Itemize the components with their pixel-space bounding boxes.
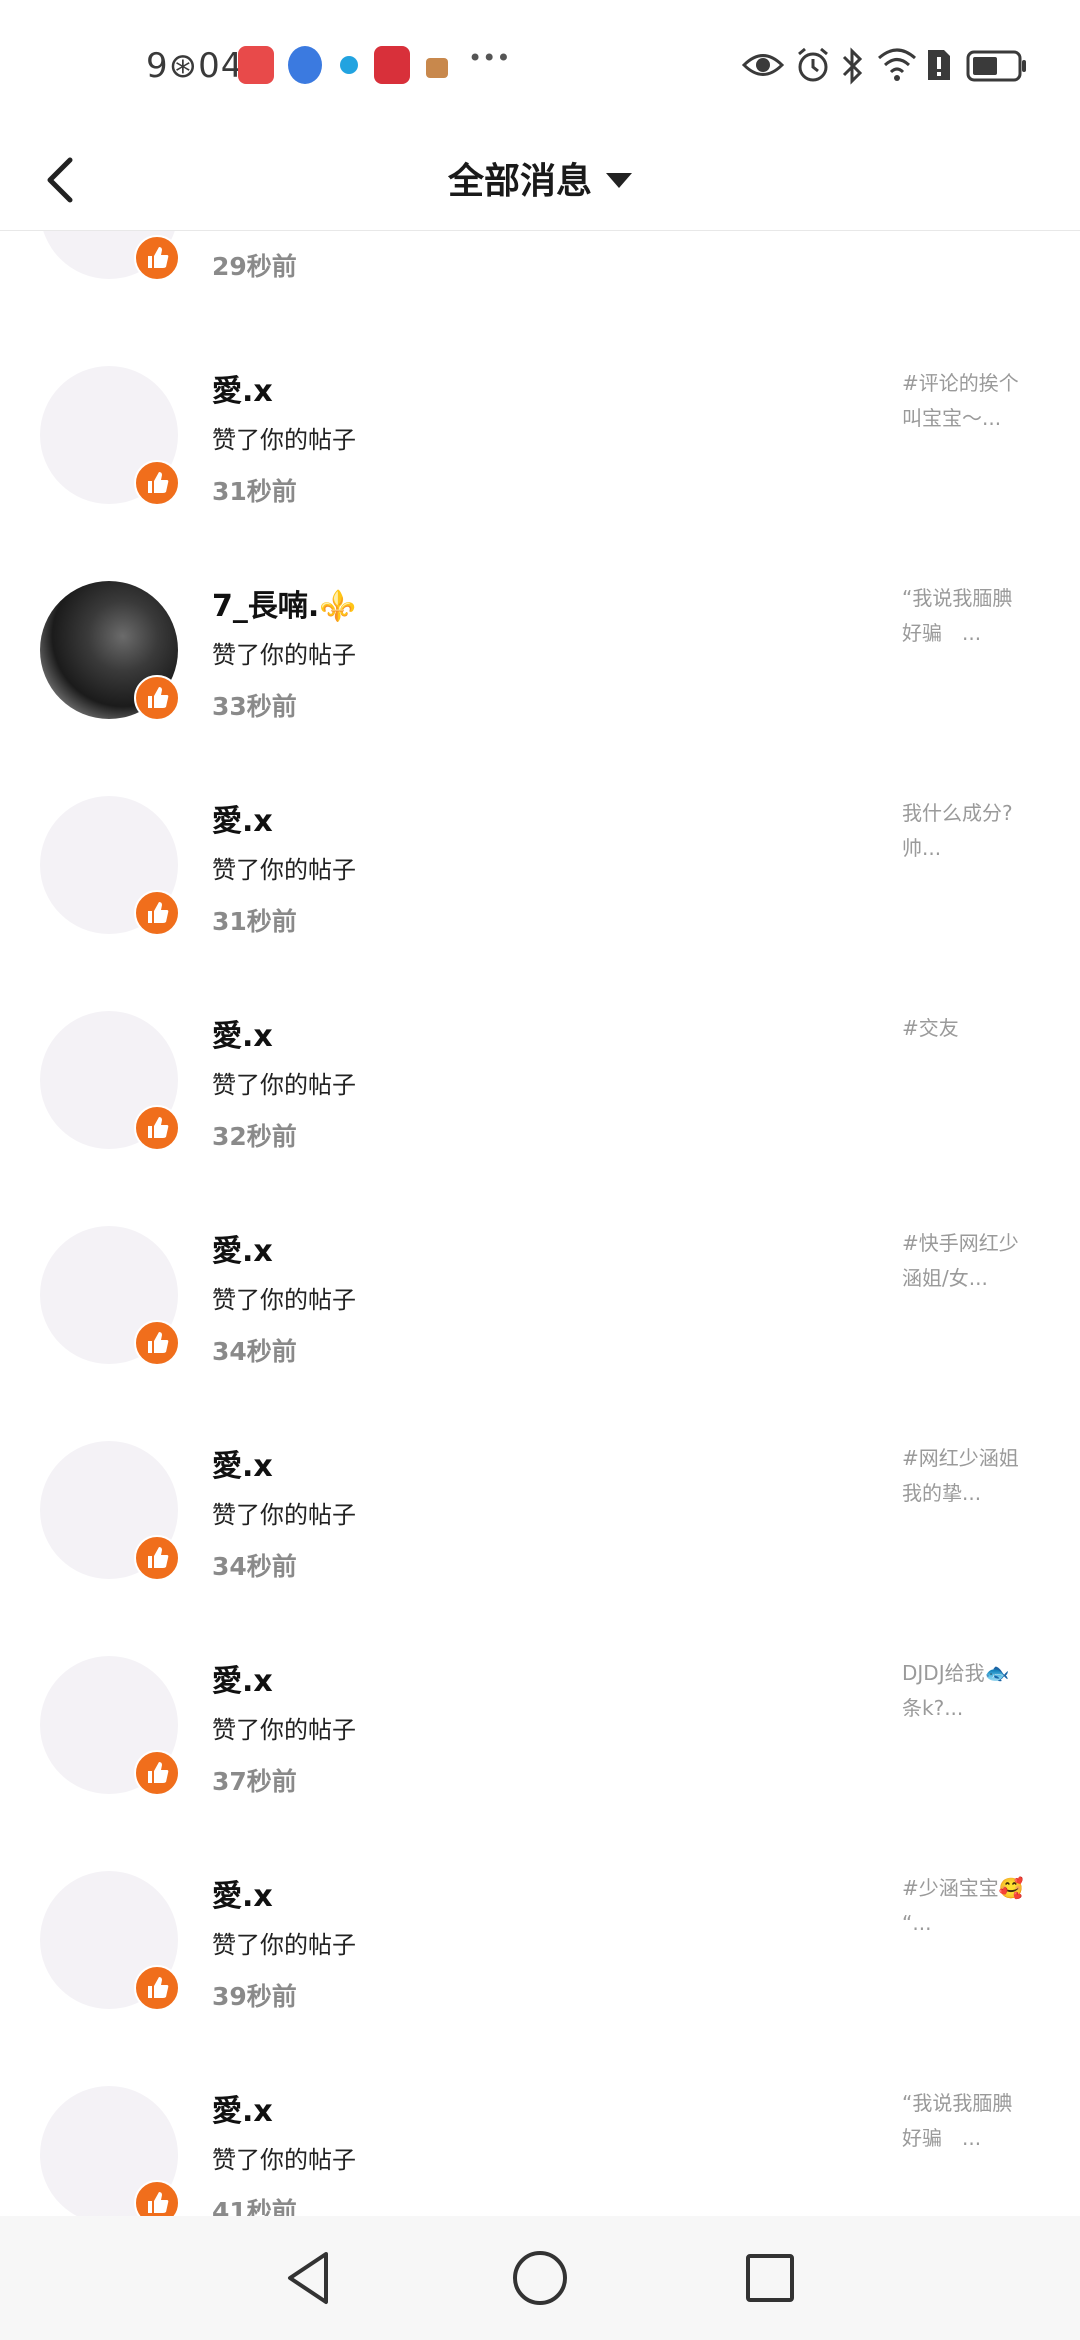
reader-icon: [374, 46, 410, 84]
list-item[interactable]: 愛.x 赞了你的帖子 31秒前 #评论的挨个 叫宝宝～...: [0, 336, 1080, 551]
post-preview[interactable]: “我说我腼腆 好骗 ...: [902, 581, 1052, 651]
message-time: 32秒前: [212, 1122, 297, 1151]
triangle-back-icon: [288, 2252, 328, 2304]
message-time: 31秒前: [212, 477, 297, 506]
list-item[interactable]: 愛.x 赞了你的帖子 31秒前 我什么成分? 帅...: [0, 766, 1080, 981]
thumbs-up-icon: [134, 675, 180, 721]
page-title: 全部消息: [447, 161, 592, 202]
alarm-icon: [798, 47, 828, 82]
thumbs-up-icon: [134, 1320, 180, 1366]
message-time: 34秒前: [212, 1337, 297, 1366]
list-item[interactable]: 愛.x 赞了你的帖子 34秒前 #快手网红少 涵姐/女...: [0, 1196, 1080, 1411]
huawei-appgallery-icon: [238, 46, 274, 84]
square-recents-icon: [746, 2254, 794, 2302]
caret-down-icon: [606, 172, 632, 188]
message-time: 31秒前: [212, 907, 297, 936]
post-preview[interactable]: “我说我腼腆 好骗 ...: [902, 2086, 1052, 2156]
user-name[interactable]: 愛.x: [212, 1656, 273, 1700]
list-item[interactable]: 愛.x 赞了你的帖子 34秒前 #网红少涵姐 我的挚...: [0, 1411, 1080, 1626]
message-action: 赞了你的帖子: [212, 1286, 356, 1314]
sim-alert-icon: [928, 50, 950, 80]
user-name[interactable]: 愛.x: [212, 1871, 273, 1915]
message-action: 赞了你的帖子: [212, 641, 356, 669]
user-name[interactable]: 愛.x: [212, 2086, 273, 2130]
message-action: 赞了你的帖子: [212, 426, 356, 454]
nav-back-button[interactable]: [278, 2246, 342, 2310]
message-time: 33秒前: [212, 692, 297, 721]
message-list: 29秒前 愛.x 赞了你的帖子 31秒前 #评论的挨个 叫宝宝～... 7_長喃…: [0, 231, 1080, 2216]
list-item[interactable]: 愛.x 赞了你的帖子 37秒前 DJDJ给我🐟 条k?...: [0, 1626, 1080, 1841]
message-time: 29秒前: [212, 252, 297, 281]
user-name[interactable]: 愛.x: [212, 1226, 273, 1270]
post-preview[interactable]: DJDJ给我🐟 条k?...: [902, 1656, 1052, 1726]
message-time: 37秒前: [212, 1767, 297, 1796]
user-name[interactable]: 愛.x: [212, 1441, 273, 1485]
list-item[interactable]: 7_長喃.⚜️ 赞了你的帖子 33秒前 “我说我腼腆 好骗 ...: [0, 551, 1080, 766]
message-action: 赞了你的帖子: [212, 1071, 356, 1099]
more-notifications-icon: •••: [468, 44, 511, 72]
message-action: 赞了你的帖子: [212, 1501, 356, 1529]
thumbs-up-icon: [134, 2180, 180, 2216]
message-action: 赞了你的帖子: [212, 2146, 356, 2174]
user-name[interactable]: 7_長喃.⚜️: [212, 581, 357, 625]
wifi-icon: [878, 48, 916, 81]
header: 全部消息: [0, 130, 1080, 231]
list-item[interactable]: 29秒前: [0, 231, 1080, 326]
message-action: 赞了你的帖子: [212, 1931, 356, 1959]
post-preview[interactable]: #快手网红少 涵姐/女...: [902, 1226, 1052, 1296]
thumbs-up-icon: [134, 1105, 180, 1151]
status-time: 9⊛04: [146, 46, 244, 86]
thumbs-up-icon: [134, 890, 180, 936]
battery-icon: [966, 50, 1026, 82]
post-preview[interactable]: #评论的挨个 叫宝宝～...: [902, 366, 1052, 436]
list-item[interactable]: 愛.x 赞了你的帖子 41秒前 “我说我腼腆 好骗 ...: [0, 2056, 1080, 2216]
user-name[interactable]: 愛.x: [212, 366, 273, 410]
message-action: 赞了你的帖子: [212, 1716, 356, 1744]
list-item[interactable]: 愛.x 赞了你的帖子 39秒前 #少涵宝宝🥰 “...: [0, 1841, 1080, 2056]
thumbs-up-icon: [134, 1965, 180, 2011]
thumbs-up-icon: [134, 1750, 180, 1796]
thumbs-up-icon: [134, 235, 180, 281]
system-nav-bar: [0, 2216, 1080, 2340]
list-item[interactable]: 愛.x 赞了你的帖子 32秒前 #交友: [0, 981, 1080, 1196]
eye-icon: [742, 54, 784, 76]
nav-home-button[interactable]: [508, 2246, 572, 2310]
message-filter-dropdown[interactable]: 全部消息: [0, 152, 1080, 204]
browser-icon: [288, 46, 322, 84]
thumbs-up-icon: [134, 460, 180, 506]
user-name[interactable]: 愛.x: [212, 1011, 273, 1055]
message-action: 赞了你的帖子: [212, 856, 356, 884]
circle-home-icon: [513, 2251, 567, 2305]
message-time: 41秒前: [212, 2197, 297, 2216]
nav-recents-button[interactable]: [738, 2246, 802, 2310]
message-time: 34秒前: [212, 1552, 297, 1581]
bluetooth-icon: [842, 47, 863, 85]
post-preview[interactable]: 我什么成分? 帅...: [902, 796, 1052, 866]
status-bar: 9⊛04 •••: [0, 0, 1080, 130]
thumbs-up-icon: [134, 1535, 180, 1581]
post-preview[interactable]: #网红少涵姐 我的挚...: [902, 1441, 1052, 1511]
message-time: 39秒前: [212, 1982, 297, 2011]
user-name[interactable]: 愛.x: [212, 796, 273, 840]
game-app-icon: [426, 58, 448, 78]
post-preview[interactable]: #少涵宝宝🥰 “...: [902, 1871, 1052, 1941]
post-preview[interactable]: #交友: [902, 1011, 1052, 1046]
qq-browser-icon: [340, 56, 358, 74]
